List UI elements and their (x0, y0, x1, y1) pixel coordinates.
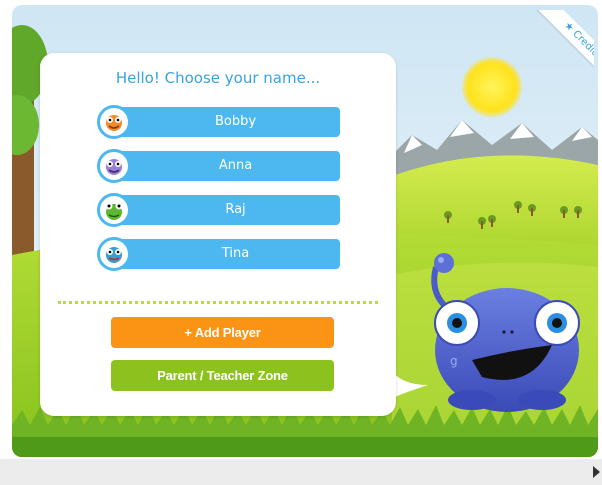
credits-corner[interactable]: ★ Credits (514, 10, 594, 90)
panel-title: Hello! Choose your name... (115, 69, 321, 87)
mascot-letter: g (450, 354, 458, 368)
player-bobby[interactable]: Bobby (97, 105, 340, 139)
dotted-divider (58, 301, 378, 304)
speech-tail (388, 365, 428, 400)
choose-player-panel: Hello! Choose your name... Bobby Anna Ra… (40, 53, 396, 416)
bottom-bar (0, 459, 602, 485)
player-raj[interactable]: Raj (97, 193, 340, 227)
player-name-label[interactable]: Anna (117, 151, 340, 181)
game-stage: g Hello! Choose your name... Bobby Anna … (12, 5, 598, 457)
play-arrow-icon[interactable] (593, 466, 600, 478)
player-name-label[interactable]: Tina (117, 239, 340, 269)
orange-monster-icon[interactable] (97, 105, 131, 139)
green-frog-icon[interactable] (97, 193, 131, 227)
player-name-label[interactable]: Bobby (117, 107, 340, 137)
parent-teacher-zone-button[interactable]: Parent / Teacher Zone (111, 360, 334, 391)
player-name-label[interactable]: Raj (117, 195, 340, 225)
credits-link[interactable]: ★ Credits (533, 10, 594, 90)
player-anna[interactable]: Anna (97, 149, 340, 183)
add-player-button[interactable]: + Add Player (111, 317, 334, 348)
sun-icon (462, 57, 522, 117)
purple-monster-icon[interactable] (97, 149, 131, 183)
blue-monster-icon[interactable] (97, 237, 131, 271)
player-tina[interactable]: Tina (97, 237, 340, 271)
